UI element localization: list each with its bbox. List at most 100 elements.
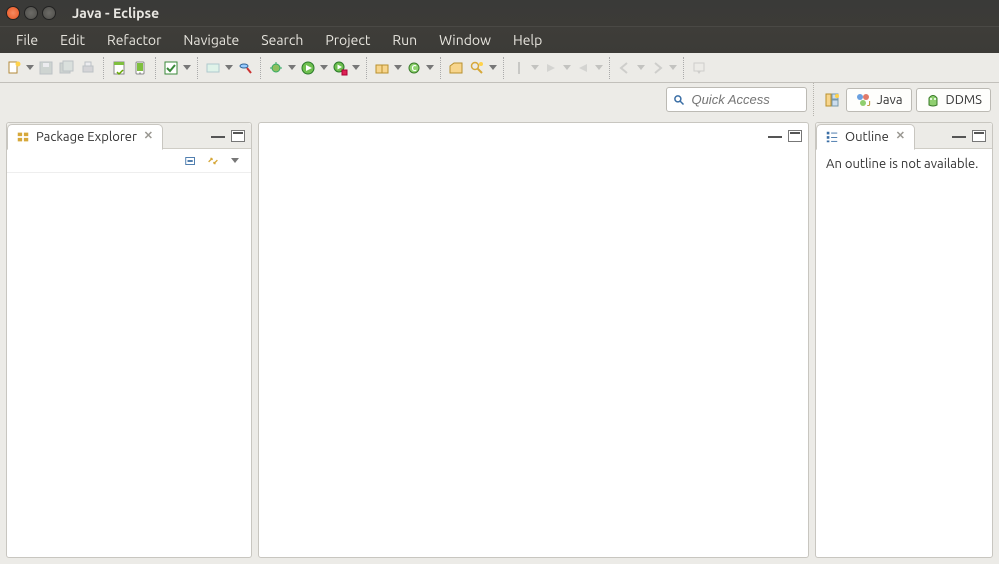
editor-minimize-button[interactable] [768, 130, 782, 138]
print-button[interactable] [78, 58, 98, 78]
window-close-button[interactable] [6, 6, 20, 20]
outline-body: An outline is not available. [816, 149, 992, 557]
outline-empty-text: An outline is not available. [826, 157, 982, 171]
toolbar-separator [503, 57, 504, 79]
menu-window[interactable]: Window [429, 28, 501, 52]
editor-tabrow [259, 123, 808, 149]
toolbar-separator [683, 57, 684, 79]
editor-maximize-button[interactable] [788, 130, 802, 142]
run-dropdown[interactable] [319, 65, 329, 70]
open-perspective-button[interactable] [822, 90, 842, 110]
window-titlebar: Java - Eclipse [0, 0, 999, 26]
menu-run[interactable]: Run [382, 28, 427, 52]
save-button[interactable] [36, 58, 56, 78]
run-last-button[interactable] [330, 58, 350, 78]
collapse-all-button[interactable] [183, 153, 199, 169]
window-title: Java - Eclipse [72, 5, 159, 21]
new-wizard-dropdown[interactable] [25, 65, 35, 70]
lint-dropdown[interactable] [182, 65, 192, 70]
new-wizard-button[interactable] [4, 58, 24, 78]
menu-file[interactable]: File [6, 28, 48, 52]
java-perspective-icon: J [855, 92, 871, 108]
menu-bar: File Edit Refactor Navigate Search Proje… [0, 26, 999, 53]
search-icon [673, 93, 685, 107]
svg-text:J: J [867, 100, 871, 108]
package-explorer-tabrow: Package Explorer ✕ [7, 123, 251, 149]
package-explorer-tab[interactable]: Package Explorer ✕ [7, 124, 163, 150]
run-button[interactable] [298, 58, 318, 78]
menu-navigate[interactable]: Navigate [173, 28, 249, 52]
toolbar-separator [103, 57, 104, 79]
svg-text:C: C [411, 64, 416, 73]
run-last-dropdown[interactable] [351, 65, 361, 70]
package-explorer-close-icon[interactable]: ✕ [143, 131, 154, 142]
new-package-button[interactable] [372, 58, 392, 78]
quick-access-input[interactable] [691, 92, 800, 107]
pin-editor-button[interactable] [689, 58, 709, 78]
nav-back-button[interactable] [615, 58, 635, 78]
new-class-button[interactable] [203, 58, 223, 78]
search-dropdown[interactable] [488, 65, 498, 70]
package-explorer-view: Package Explorer ✕ [6, 122, 252, 558]
new-java-class-dropdown[interactable] [425, 65, 435, 70]
main-toolbar: C [0, 53, 999, 83]
outline-tabrow: Outline ✕ [816, 123, 992, 149]
toolbar-separator [197, 57, 198, 79]
package-explorer-view-menu[interactable] [227, 153, 243, 169]
open-task-button[interactable] [446, 58, 466, 78]
package-explorer-body[interactable] [7, 173, 251, 557]
package-explorer-minimize-button[interactable] [211, 130, 225, 138]
android-avd-manager-button[interactable] [130, 58, 150, 78]
toolbar-separator [155, 57, 156, 79]
window-minimize-button[interactable] [24, 6, 38, 20]
toolbar-separator [440, 57, 441, 79]
debug-dropdown[interactable] [287, 65, 297, 70]
open-type-button[interactable] [235, 58, 255, 78]
new-package-dropdown[interactable] [393, 65, 403, 70]
android-sdk-manager-button[interactable] [109, 58, 129, 78]
nav-forward-dropdown[interactable] [668, 65, 678, 70]
outline-minimize-button[interactable] [952, 130, 966, 138]
outline-maximize-button[interactable] [972, 130, 986, 142]
prev-annotation-button[interactable] [573, 58, 593, 78]
perspective-java[interactable]: J Java [846, 88, 911, 112]
toolbar-separator [609, 57, 610, 79]
outline-tab[interactable]: Outline ✕ [816, 124, 915, 150]
perspective-java-label: Java [876, 93, 902, 107]
perspective-bar: J Java DDMS [0, 83, 999, 116]
menu-edit[interactable]: Edit [50, 28, 95, 52]
editor-body[interactable] [259, 149, 808, 557]
editor-area [258, 122, 809, 558]
annotation-nav-dropdown[interactable] [530, 65, 540, 70]
perspective-ddms[interactable]: DDMS [916, 88, 991, 112]
next-annotation-dropdown[interactable] [562, 65, 572, 70]
outline-close-icon[interactable]: ✕ [895, 131, 906, 142]
menu-help[interactable]: Help [503, 28, 552, 52]
toggle-mark-button[interactable] [509, 58, 529, 78]
nav-forward-button[interactable] [647, 58, 667, 78]
package-explorer-title: Package Explorer [36, 130, 137, 144]
menu-search[interactable]: Search [251, 28, 313, 52]
lint-button[interactable] [161, 58, 181, 78]
next-annotation-button[interactable] [541, 58, 561, 78]
link-with-editor-button[interactable] [205, 153, 221, 169]
new-java-class-button[interactable]: C [404, 58, 424, 78]
save-all-button[interactable] [57, 58, 77, 78]
debug-button[interactable] [266, 58, 286, 78]
perspective-switcher: J Java DDMS [813, 83, 991, 116]
menu-project[interactable]: Project [315, 28, 380, 52]
new-class-dropdown[interactable] [224, 65, 234, 70]
perspective-ddms-label: DDMS [946, 93, 982, 107]
search-button[interactable] [467, 58, 487, 78]
package-explorer-maximize-button[interactable] [231, 130, 245, 142]
toolbar-separator [260, 57, 261, 79]
nav-back-dropdown[interactable] [636, 65, 646, 70]
prev-annotation-dropdown[interactable] [594, 65, 604, 70]
ddms-perspective-icon [925, 92, 941, 108]
outline-icon [825, 130, 839, 144]
quick-access-field[interactable] [666, 87, 807, 112]
outline-title: Outline [845, 130, 889, 144]
menu-refactor[interactable]: Refactor [97, 28, 171, 52]
window-maximize-button[interactable] [42, 6, 56, 20]
window-controls [6, 6, 56, 20]
